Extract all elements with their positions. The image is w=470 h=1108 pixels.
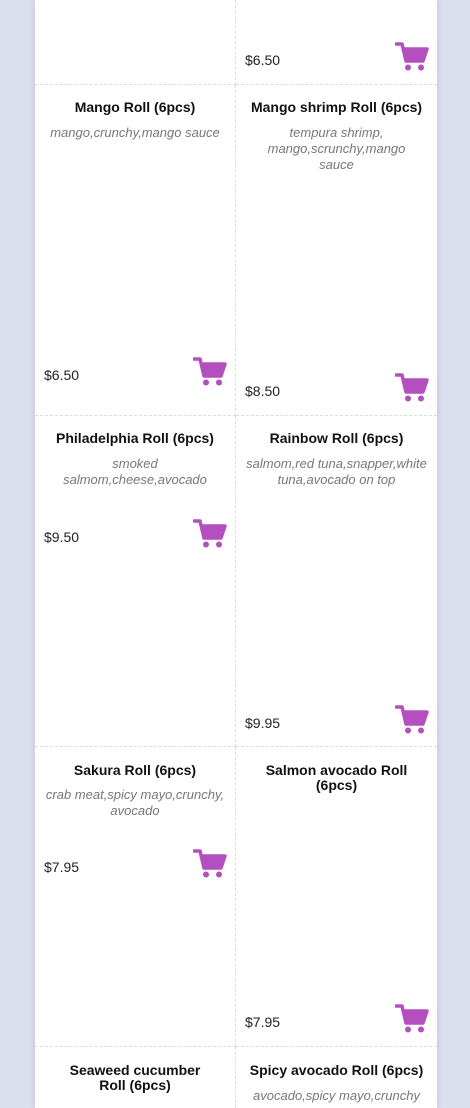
shopping-cart-icon: [193, 849, 227, 878]
menu-item: Mango shrimp Roll (6pcs) tempura shrimp,…: [236, 85, 437, 416]
item-name: Spicy avocado Roll (6pcs): [249, 1062, 424, 1078]
add-to-cart-button[interactable]: [395, 1004, 429, 1034]
item-description: salmom,red tuna,snapper,white tuna,avoca…: [246, 456, 427, 487]
item-price: $7.95: [44, 859, 80, 875]
item-price: $8.50: [245, 383, 281, 399]
menu-item: Mango Roll (6pcs) mango,crunchy,mango sa…: [35, 85, 236, 416]
menu-item: Salmon avocado Roll (6pcs) $7.95: [236, 747, 437, 1047]
item-description: mango,crunchy,mango sauce: [50, 125, 220, 140]
item-name: Sakura Roll (6pcs): [73, 762, 197, 778]
shopping-cart-icon: [395, 705, 429, 734]
shopping-cart-icon: [193, 519, 227, 548]
add-to-cart-button[interactable]: [193, 357, 227, 387]
add-to-cart-button[interactable]: [395, 373, 429, 403]
menu-panel: $6.50 Mango Roll (6pcs) mango,crunchy,ma…: [35, 0, 437, 1108]
shopping-cart-icon: [395, 373, 429, 402]
item-name: Seaweed cucumber Roll (6pcs): [69, 1062, 201, 1093]
item-price: $6.50: [44, 367, 80, 383]
menu-item: Philadelphia Roll (6pcs) smoked salmom,c…: [35, 416, 236, 747]
item-description: crab meat,spicy mayo,crunchy, avocado: [45, 787, 225, 818]
item-price: $9.50: [44, 529, 80, 545]
item-price: $6.50: [245, 52, 281, 68]
add-to-cart-button[interactable]: [395, 705, 429, 735]
menu-item: Spicy avocado Roll (6pcs) avocado,spicy …: [236, 1047, 437, 1108]
menu-item: Seaweed cucumber Roll (6pcs): [35, 1047, 236, 1108]
item-name: Mango Roll (6pcs): [74, 99, 196, 115]
item-price: $7.95: [245, 1014, 281, 1030]
shopping-cart-icon: [395, 1004, 429, 1033]
item-price: $9.95: [245, 715, 281, 731]
shopping-cart-icon: [395, 42, 429, 71]
item-description: tempura shrimp, mango,scrunchy,mango sau…: [267, 125, 406, 172]
shopping-cart-icon: [193, 357, 227, 386]
item-name: Mango shrimp Roll (6pcs): [250, 99, 423, 115]
item-description: smoked salmom,cheese,avocado: [63, 456, 207, 487]
menu-item-empty: [35, 0, 236, 85]
item-description: avocado,spicy mayo,crunchy: [253, 1088, 420, 1103]
menu-item: Sakura Roll (6pcs) crab meat,spicy mayo,…: [35, 747, 236, 1047]
menu-item: Rainbow Roll (6pcs) salmom,red tuna,snap…: [236, 416, 437, 747]
item-name: Salmon avocado Roll (6pcs): [265, 762, 408, 793]
menu-item: $6.50: [236, 0, 437, 85]
add-to-cart-button[interactable]: [193, 519, 227, 549]
add-to-cart-button[interactable]: [395, 42, 429, 72]
add-to-cart-button[interactable]: [193, 849, 227, 879]
item-name: Rainbow Roll (6pcs): [269, 430, 404, 446]
item-name: Philadelphia Roll (6pcs): [56, 430, 214, 446]
